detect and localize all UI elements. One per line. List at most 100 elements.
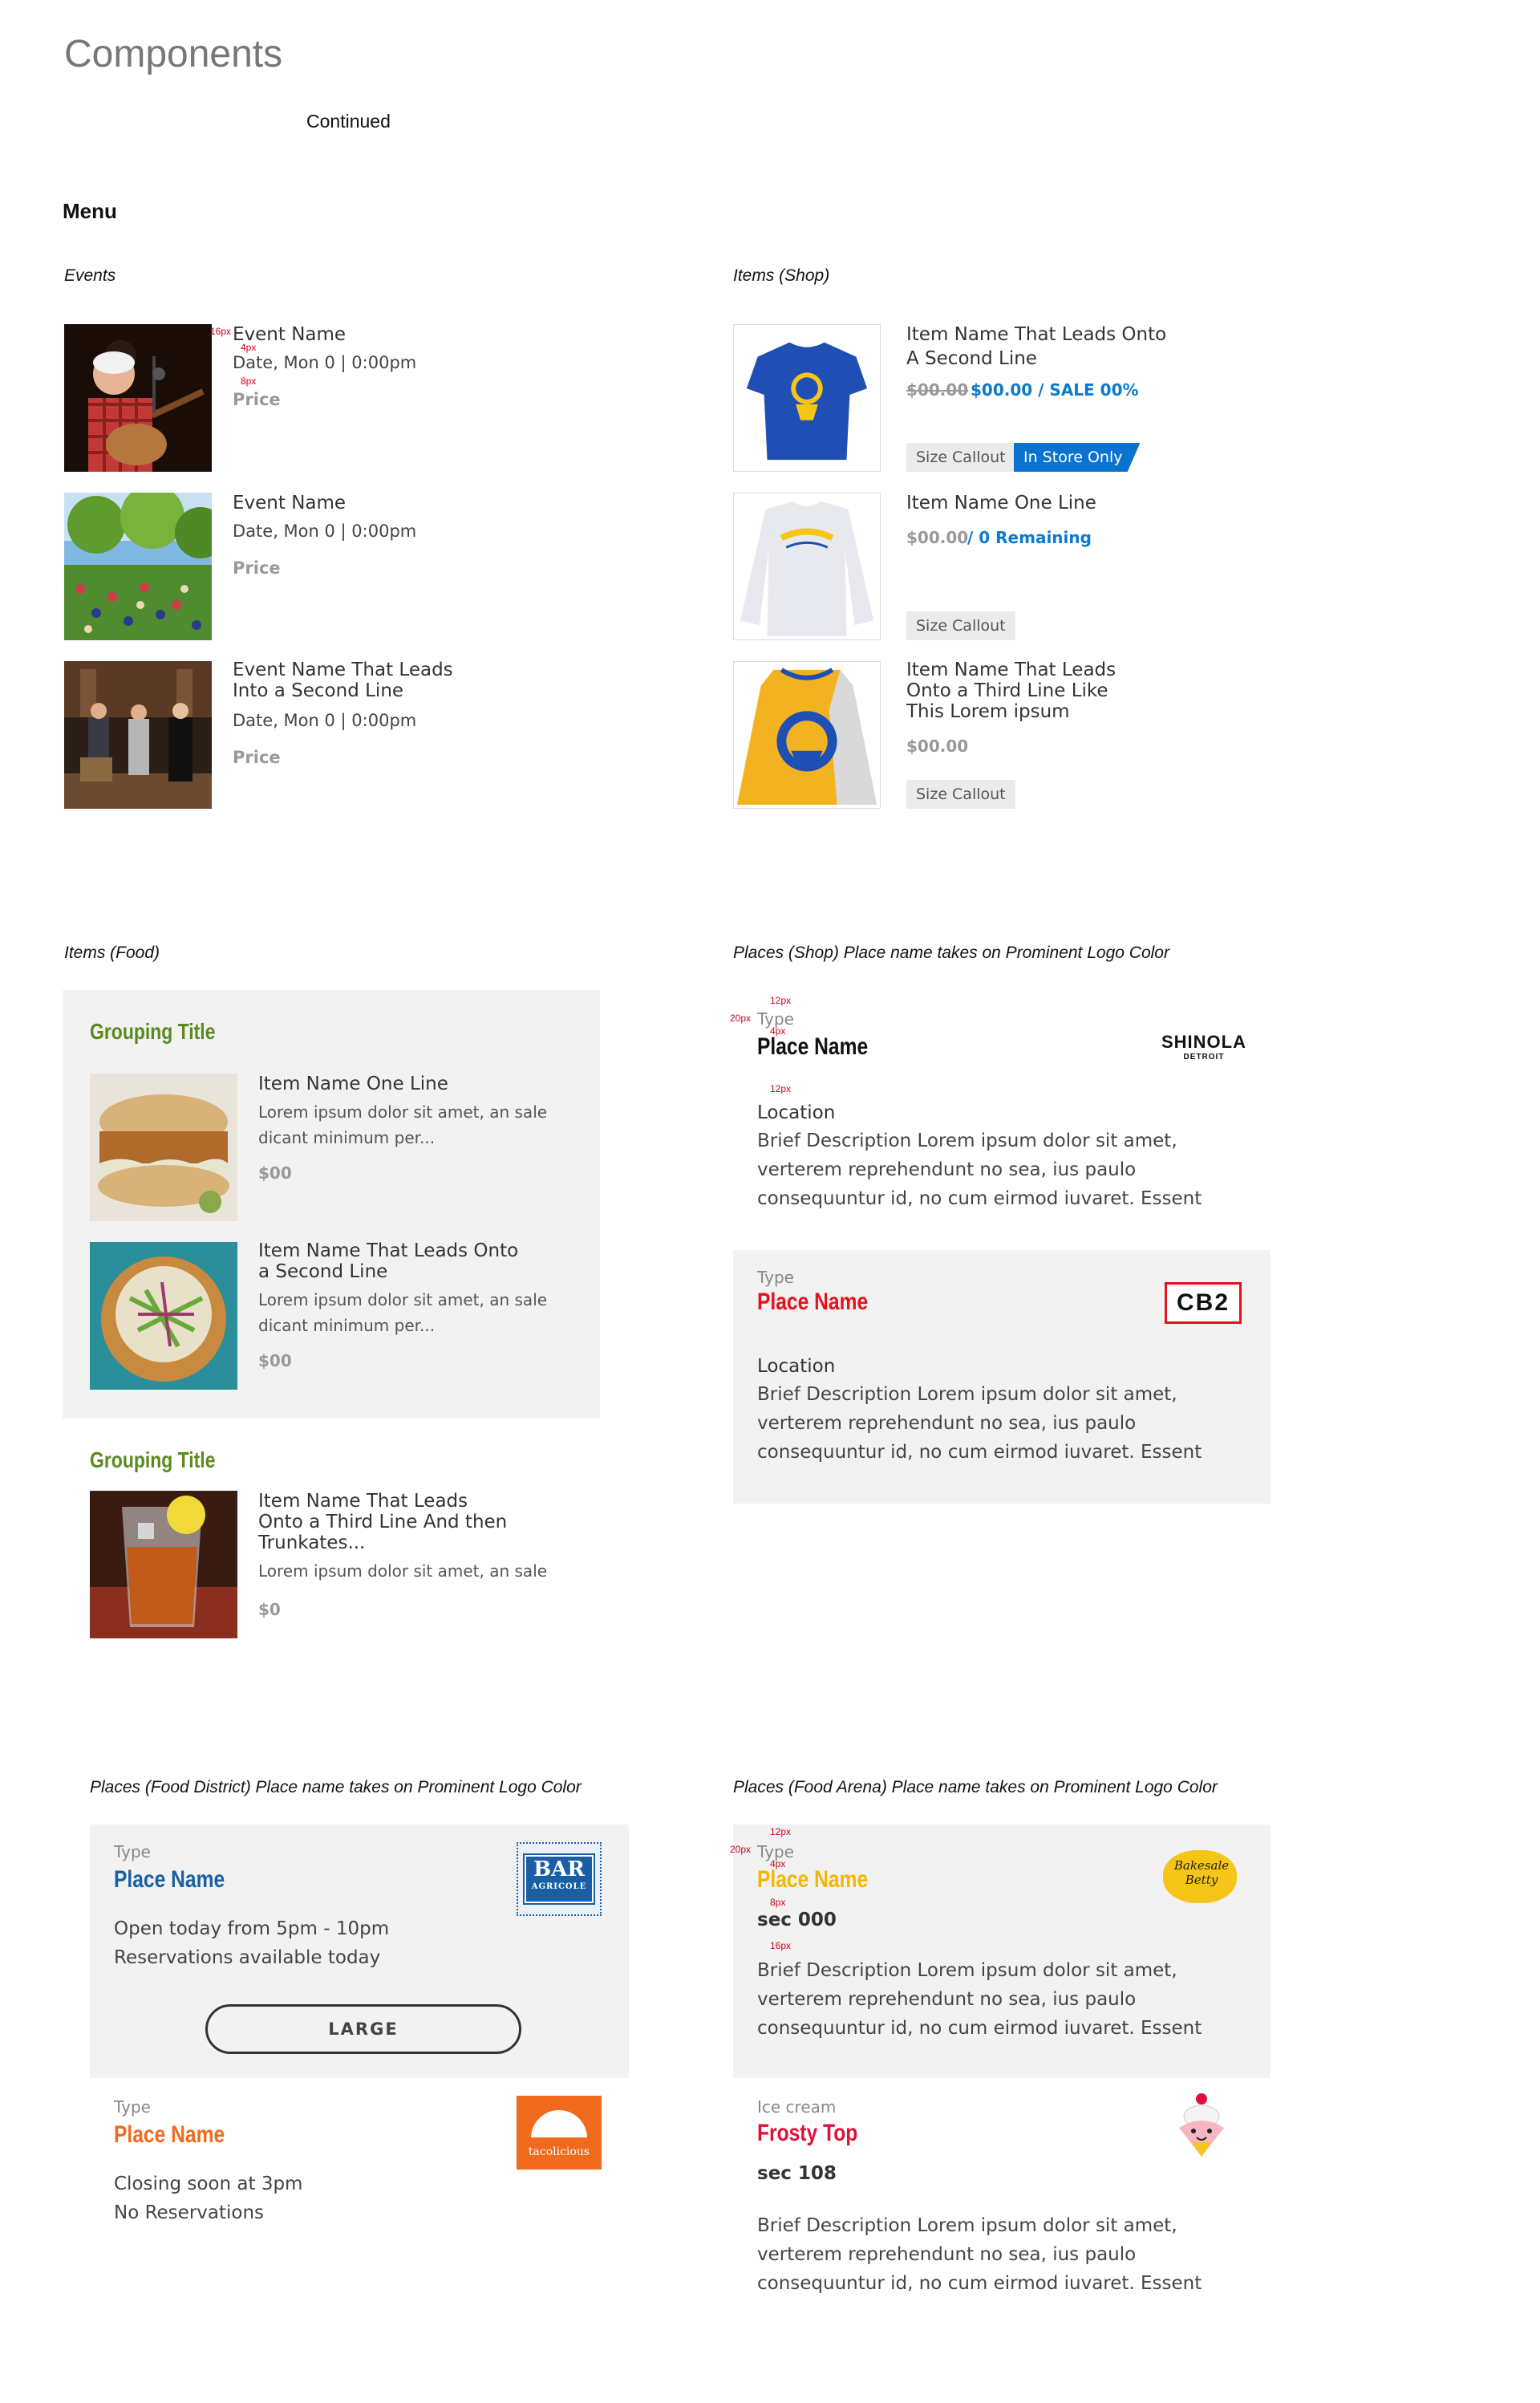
place-desc-line1: Brief Description Lorem ipsum dolor sit … [757, 2215, 1177, 2236]
bar-agricole-logo: BAR AGRICOLE [517, 1842, 602, 1916]
shop-item-title-line2[interactable]: Onto a Third Line Like [906, 680, 1108, 701]
event-date: Date, Mon 0 | 0:00pm [233, 353, 417, 372]
food-item-price: $00 [258, 1351, 292, 1370]
event-title[interactable]: Event Name [233, 324, 346, 345]
shinola-logo-word: SHINOLA [1161, 1032, 1246, 1052]
place-location: Location [757, 1102, 836, 1123]
place-desc-line3: consequuntur id, no cum eirmod iuvaret. … [757, 2273, 1202, 2294]
shop-remaining: / 0 Remaining [967, 528, 1092, 547]
place-name[interactable]: Place Name [757, 1033, 868, 1061]
events-label: Events [64, 266, 116, 285]
shop-item-title-line1[interactable]: Item Name That Leads [906, 660, 1116, 680]
grouping-title: Grouping Title [90, 1447, 216, 1472]
event-title-line2[interactable]: Into a Second Line [233, 680, 403, 701]
event-title[interactable]: Event Name [233, 493, 346, 513]
place-reservations: Reservations available today [114, 1947, 381, 1968]
event-price: Price [233, 558, 281, 578]
food-item-title-line1[interactable]: Item Name That Leads Onto [258, 1240, 518, 1261]
event-date: Date, Mon 0 | 0:00pm [233, 711, 417, 730]
bakesale-betty-text: Bakesale Betty [1169, 1858, 1234, 1887]
spec-20px: 20px [730, 1844, 752, 1855]
shop-sale-price: $00.00 / SALE 00% [971, 380, 1139, 400]
event-price: Price [233, 390, 281, 409]
place-section: sec 108 [757, 2163, 837, 2184]
tacolicious-logo: tacolicious [517, 2096, 602, 2170]
shop-image-blue-tshirt[interactable] [733, 324, 881, 472]
food-item-price: $00 [258, 1163, 292, 1183]
event-date: Date, Mon 0 | 0:00pm [233, 522, 417, 541]
place-name[interactable]: Place Name [114, 1866, 225, 1894]
place-name[interactable]: Place Name [757, 1289, 868, 1316]
shop-price: $00.00 [906, 528, 969, 547]
spec-12px: 12px [770, 1083, 792, 1094]
place-type: Type [757, 1842, 794, 1861]
shop-price: $00.00 [906, 737, 969, 756]
place-hours: Closing soon at 3pm [114, 2174, 303, 2194]
shinola-logo: SHINOLA DETROIT [1160, 1032, 1248, 1061]
event-price: Price [233, 748, 281, 767]
place-desc-line3: consequuntur id, no cum eirmod iuvaret. … [757, 1188, 1202, 1209]
place-type: Type [757, 1009, 794, 1029]
shop-image-jacket[interactable] [733, 661, 881, 809]
place-desc-line2: verterem reprehendunt no sea, ius paulo [757, 1159, 1137, 1180]
food-item-desc-line2: dicant minimum per... [258, 1316, 436, 1335]
food-item-title-line3[interactable]: Trunkates... [258, 1532, 365, 1553]
place-reservations: No Reservations [114, 2202, 265, 2223]
place-desc-line1: Brief Description Lorem ipsum dolor sit … [757, 1130, 1177, 1151]
food-item-title[interactable]: Item Name One Line [258, 1074, 448, 1094]
food-item-desc-line2: dicant minimum per... [258, 1128, 436, 1147]
spec-12px: 12px [770, 1826, 792, 1837]
shop-item-title[interactable]: Item Name One Line [906, 493, 1096, 513]
place-desc-line2: verterem reprehendunt no sea, ius paulo [757, 1413, 1137, 1434]
page-title: Components [64, 33, 283, 75]
shop-item-title-line1[interactable]: Item Name That Leads Onto [906, 324, 1166, 345]
in-store-only-badge: In Store Only [1014, 443, 1141, 472]
shop-item-title-line2[interactable]: A Second Line [906, 348, 1037, 369]
grouping-title: Grouping Title [90, 1019, 216, 1044]
event-image-park[interactable] [64, 493, 212, 640]
place-type: Type [757, 1268, 794, 1287]
shop-item-title-line3[interactable]: This Lorem ipsum [906, 701, 1070, 722]
spec-8px: 8px [770, 1897, 786, 1908]
spec-16px: 16px [210, 326, 232, 337]
shop-old-price: $00.00 [906, 380, 969, 400]
spec-12px: 12px [770, 995, 792, 1006]
food-item-desc-line1: Lorem ipsum dolor sit amet, an sale [258, 1561, 548, 1581]
food-image-salad-burger[interactable] [90, 1242, 237, 1390]
places-district-label: Places (Food District) Place name takes … [90, 1778, 582, 1796]
size-callout: Size Callout [906, 443, 1015, 472]
food-item-desc-line1: Lorem ipsum dolor sit amet, an sale [258, 1290, 548, 1309]
event-image-guitarist[interactable] [64, 324, 212, 472]
place-section: sec 000 [757, 1910, 837, 1930]
food-image-iced-tea[interactable] [90, 1491, 237, 1638]
place-desc-line3: consequuntur id, no cum eirmod iuvaret. … [757, 2018, 1202, 2039]
size-callout: Size Callout [906, 611, 1015, 640]
places-shop-label: Places (Shop) Place name takes on Promin… [733, 944, 1169, 962]
place-type: Type [114, 1842, 151, 1861]
place-type: Ice cream [757, 2097, 837, 2117]
places-arena-label: Places (Food Arena) Place name takes on … [733, 1778, 1218, 1796]
large-button[interactable]: LARGE [205, 2004, 521, 2054]
bakesale-word: Bakesale [1173, 1858, 1230, 1873]
spec-16px: 16px [770, 1940, 792, 1951]
place-name[interactable]: Frosty Top [757, 2120, 857, 2147]
bar-agricole-word2: AGRICOLE [531, 1882, 587, 1891]
frosty-top-logo [1168, 2089, 1235, 2161]
food-item-title-line1[interactable]: Item Name That Leads [258, 1491, 468, 1512]
event-image-theater[interactable] [64, 661, 212, 809]
place-desc-line1: Brief Description Lorem ipsum dolor sit … [757, 1384, 1177, 1405]
food-image-sandwich[interactable] [90, 1074, 237, 1221]
menu-heading: Menu [63, 199, 117, 223]
food-item-title-line2[interactable]: Onto a Third Line And then [258, 1512, 507, 1532]
event-title-line1[interactable]: Event Name That Leads [233, 660, 453, 680]
spec-20px: 20px [730, 1013, 752, 1024]
spec-8px: 8px [241, 375, 257, 387]
place-hours: Open today from 5pm - 10pm [114, 1918, 390, 1939]
place-name[interactable]: Place Name [114, 2121, 225, 2149]
place-desc-line2: verterem reprehendunt no sea, ius paulo [757, 1989, 1137, 2010]
place-name[interactable]: Place Name [757, 1866, 868, 1894]
food-item-title-line2[interactable]: a Second Line [258, 1261, 387, 1282]
shop-image-longsleeve[interactable] [733, 493, 881, 640]
place-desc-line3: consequuntur id, no cum eirmod iuvaret. … [757, 1442, 1202, 1463]
food-item-desc-line1: Lorem ipsum dolor sit amet, an sale [258, 1102, 548, 1122]
